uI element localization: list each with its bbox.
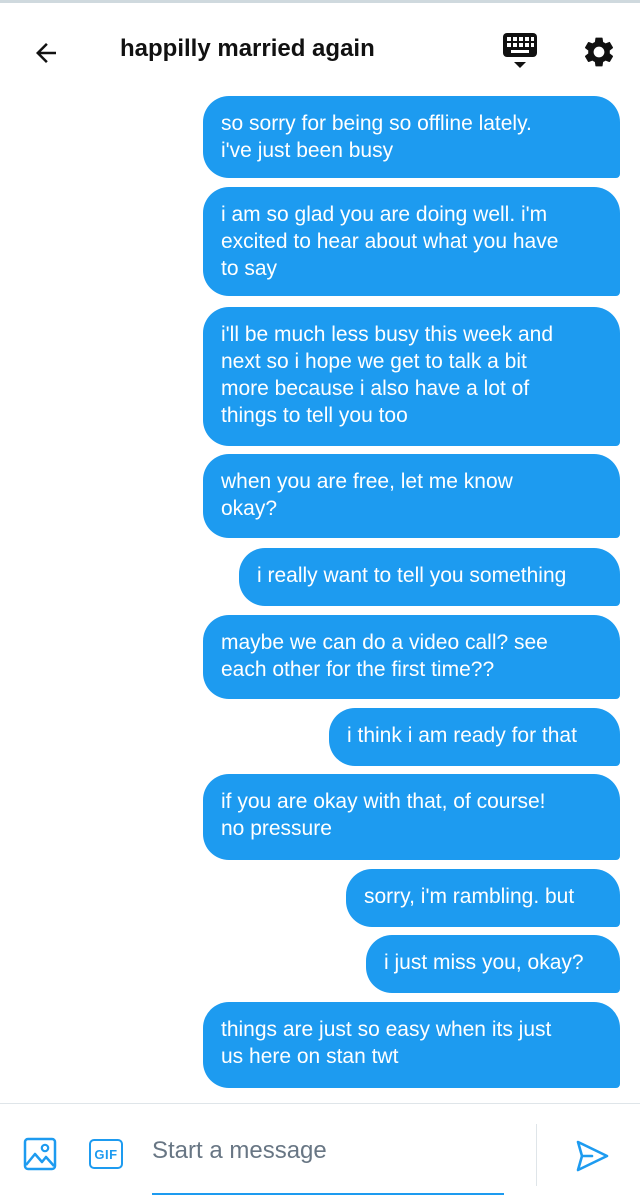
send-icon <box>576 1140 609 1172</box>
composer-divider <box>536 1124 537 1186</box>
conversation-header: happilly married again <box>0 3 640 93</box>
input-underline <box>152 1193 504 1195</box>
message-list[interactable]: so sorry for being so offline lately. i'… <box>0 93 640 1103</box>
sent-message-bubble[interactable]: i just miss you, okay? <box>366 935 620 993</box>
keyboard-button[interactable] <box>498 29 542 73</box>
gear-icon <box>584 37 614 67</box>
sent-message-bubble[interactable]: sorry, i'm rambling. but <box>346 869 620 927</box>
conversation-title: happilly married again <box>120 35 375 62</box>
gif-icon: GIF <box>89 1139 123 1169</box>
image-icon <box>23 1137 57 1171</box>
message-composer: GIF <box>0 1103 640 1201</box>
back-button[interactable] <box>26 33 66 73</box>
sent-message-bubble[interactable]: when you are free, let me know okay? <box>203 454 620 538</box>
send-button[interactable] <box>570 1134 614 1178</box>
message-input[interactable] <box>152 1130 504 1172</box>
add-gif-button[interactable]: GIF <box>86 1134 126 1174</box>
sent-message-bubble[interactable]: i really want to tell you something <box>239 548 620 606</box>
sent-message-bubble[interactable]: so sorry for being so offline lately. i'… <box>203 96 620 178</box>
sent-message-bubble[interactable]: if you are okay with that, of course! no… <box>203 774 620 860</box>
arrow-left-icon <box>36 43 56 63</box>
sent-message-bubble[interactable]: maybe we can do a video call? see each o… <box>203 615 620 699</box>
settings-button[interactable] <box>578 31 620 73</box>
sent-message-bubble[interactable]: i'll be much less busy this week and nex… <box>203 307 620 446</box>
sent-message-bubble[interactable]: i am so glad you are doing well. i'm exc… <box>203 187 620 296</box>
sent-message-bubble[interactable]: i think i am ready for that <box>329 708 620 766</box>
add-media-button[interactable] <box>20 1134 60 1174</box>
sent-message-bubble[interactable]: things are just so easy when its just us… <box>203 1002 620 1088</box>
keyboard-icon <box>503 33 537 68</box>
